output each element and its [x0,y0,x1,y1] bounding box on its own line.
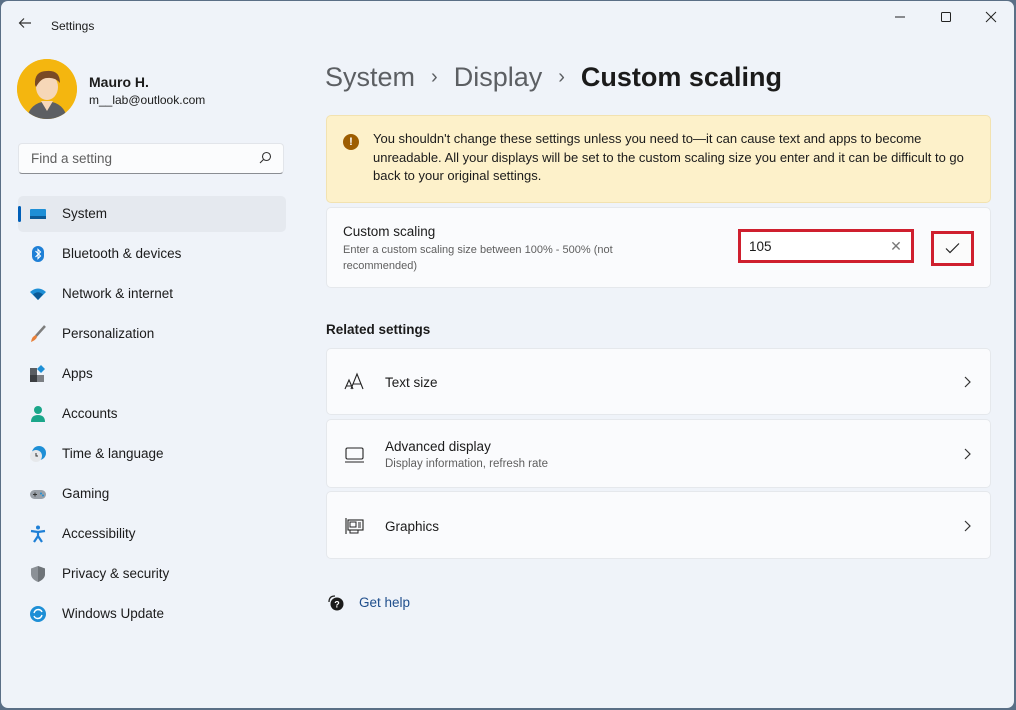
brush-icon [31,325,46,342]
sidebar-item-bluetooth[interactable]: Bluetooth & devices [18,236,286,272]
sidebar-item-personalization[interactable]: Personalization [18,316,286,352]
warning-icon: ! [343,134,359,150]
related-item-advanced-display[interactable]: Advanced display Display information, re… [326,419,991,488]
custom-scaling-title: Custom scaling [343,224,436,239]
user-name: Mauro H. [89,74,149,90]
back-button[interactable] [15,15,35,35]
warning-banner: ! You shouldn't change these settings un… [326,115,991,203]
sidebar-item-label: Gaming [62,486,110,501]
scaling-input[interactable] [747,238,871,255]
apps-icon [30,365,45,382]
gaming-icon [30,490,46,499]
search-icon[interactable] [257,150,273,166]
time-language-icon [30,446,46,462]
checkmark-icon [945,243,960,254]
windows-update-icon [30,606,46,622]
graphics-card-icon [345,518,364,534]
back-arrow-icon [18,18,31,28]
related-settings-heading: Related settings [326,322,431,337]
app-title: Settings [51,19,95,33]
sidebar-item-accessibility[interactable]: Accessibility [18,516,286,552]
clear-icon[interactable]: ✕ [889,239,903,253]
sidebar-item-label: Bluetooth & devices [62,246,182,261]
close-button[interactable] [968,5,1014,33]
breadcrumb-separator: › [558,66,565,89]
user-email: m__lab@outlook.com [89,93,206,107]
breadcrumb-system[interactable]: System [325,62,415,93]
sidebar-item-time-language[interactable]: Time & language [18,436,286,472]
network-icon [30,288,46,300]
sidebar-item-label: Accounts [62,406,118,421]
related-item-text-size[interactable]: Text size [326,348,991,415]
breadcrumb-display[interactable]: Display [454,62,543,93]
search-box[interactable] [18,143,284,174]
settings-window: Settings Mauro H. m__lab@outlook.com Fin… [1,1,1014,708]
sidebar-nav: System Bluetooth & devices Network & int… [18,196,286,636]
chevron-right-icon [964,448,971,460]
breadcrumb-separator: › [431,66,438,89]
title-bar: Settings [1,1,1014,49]
page-title: Custom scaling [580,62,782,93]
scaling-input-box[interactable]: ✕ [738,229,914,263]
search-input[interactable] [29,150,253,167]
related-item-subtitle: Display information, refresh rate [385,458,548,470]
sidebar-item-label: Network & internet [62,286,174,301]
related-item-graphics[interactable]: Graphics [326,491,991,559]
system-icon [30,209,46,219]
sidebar-item-label: Accessibility [62,526,136,541]
monitor-icon [345,447,364,463]
active-indicator [18,206,21,222]
apply-button[interactable] [931,231,974,266]
svg-text:?: ? [334,600,340,610]
shield-icon [31,566,45,582]
sidebar-item-label: Privacy & security [62,566,170,581]
sidebar-item-label: Windows Update [62,606,165,621]
sidebar-item-gaming[interactable]: Gaming [18,476,286,512]
custom-scaling-description: Enter a custom scaling size between 100%… [343,244,613,272]
sidebar-item-label: Time & language [62,446,164,461]
accounts-icon [31,406,45,422]
sidebar-item-accounts[interactable]: Accounts [18,396,286,432]
sidebar-item-label: Apps [62,366,93,381]
sidebar-item-windows-update[interactable]: Windows Update [18,596,286,632]
sidebar-item-label: Personalization [62,326,155,341]
minimize-icon [895,16,905,18]
sidebar-item-apps[interactable]: Apps [18,356,286,392]
minimize-button[interactable] [877,5,923,33]
accessibility-icon [30,525,46,543]
related-item-title: Text size [385,375,438,390]
custom-scaling-card: Custom scaling Enter a custom scaling si… [326,207,991,288]
sidebar-item-privacy[interactable]: Privacy & security [18,556,286,592]
maximize-button[interactable] [923,5,969,33]
maximize-icon [941,12,951,22]
related-item-title: Advanced display [385,439,491,454]
sidebar-item-network[interactable]: Network & internet [18,276,286,312]
help-icon: ? [328,595,344,611]
bluetooth-icon [32,246,44,262]
warning-text: You shouldn't change these settings unle… [373,131,964,183]
chevron-right-icon [964,520,971,532]
breadcrumb: System › Display › Custom scaling [325,61,782,93]
sidebar-item-system[interactable]: System [18,196,286,232]
avatar [17,59,77,119]
get-help-label: Get help [359,595,411,610]
avatar-icon [17,59,77,119]
get-help-link[interactable]: ? Get help [326,593,410,618]
close-icon [985,11,997,23]
related-item-title: Graphics [385,519,440,534]
chevron-right-icon [964,376,971,388]
sidebar-item-label: System [62,206,108,221]
text-size-icon [344,372,364,390]
